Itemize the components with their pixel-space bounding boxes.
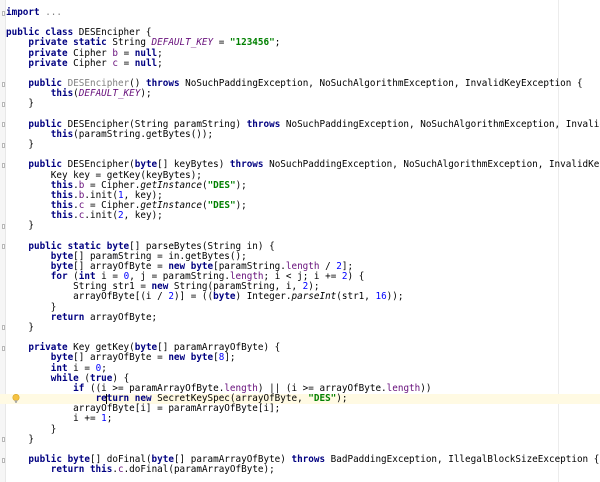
code-token: } [6, 139, 34, 151]
code-token: = [117, 57, 135, 69]
code-token: )] = (( [173, 291, 214, 303]
code-token: ); [140, 88, 152, 100]
code-token: byte [213, 291, 236, 303]
code-line[interactable]: } [6, 321, 34, 333]
code-token: this [50, 210, 74, 222]
code-token: BadPaddingException, IllegalBlockSizeExc… [325, 454, 600, 466]
code-token: } [6, 321, 34, 333]
code-token: arrayOfByte; [84, 311, 158, 323]
code-token: ); [235, 200, 247, 212]
code-token: ); [336, 393, 348, 405]
code-token: new byte [168, 352, 214, 364]
code-token: this [50, 88, 74, 100]
code-token: ; [274, 37, 281, 49]
code-token: .init( [84, 210, 118, 222]
code-token: length [386, 382, 421, 394]
code-token: null [134, 57, 158, 69]
code-token: ]; [224, 352, 236, 364]
code-token: "DES" [207, 200, 236, 212]
code-token: .doFinal(paramArrayOfByte); [123, 464, 275, 476]
fold-marker-icon[interactable] [2, 81, 5, 87]
code-token: throws [246, 118, 281, 130]
code-token: )) [420, 382, 432, 394]
code-line[interactable]: } [6, 140, 34, 150]
code-token: this [50, 128, 74, 140]
lightbulb-icon[interactable] [12, 394, 20, 403]
code-token: private [28, 57, 68, 69]
code-token: } [6, 98, 34, 110]
code-token: NoSuchPaddingException, NoSuchAlgorithmE… [269, 159, 600, 171]
code-token: "123456" [229, 37, 275, 49]
fold-marker-icon[interactable] [2, 437, 5, 443]
code-token: NoSuchPaddingException, NoSuchAlgorithmE… [179, 78, 583, 90]
code-token: import [6, 7, 40, 18]
code-token: parseInt [291, 291, 337, 303]
code-line[interactable]: } [6, 433, 34, 445]
code-token: "DES" [308, 393, 337, 405]
code-token: , key); [123, 210, 163, 222]
code-token: ) Integer. [235, 291, 292, 303]
code-token: throws [291, 454, 326, 466]
fold-marker-icon[interactable] [2, 142, 5, 148]
fold-marker-icon[interactable] [2, 223, 5, 229]
code-token: return [50, 311, 85, 323]
code-token: (paramString.getBytes()); [73, 128, 214, 140]
code-token: ... [45, 7, 62, 18]
code-token: ; [106, 413, 113, 425]
code-token: throws [229, 159, 264, 171]
code-token: 16 [375, 291, 387, 303]
code-token: )); [386, 291, 404, 303]
code-token: return this [50, 464, 113, 476]
code-token: ) { [347, 271, 365, 283]
code-token: = [213, 37, 230, 49]
code-line[interactable]: private Cipher c = null; [6, 57, 163, 69]
code-editor[interactable]: import ... public class DESEncipher { pri… [0, 0, 600, 482]
code-token: "DES" [207, 179, 236, 191]
code-token: DEFAULT_KEY [78, 88, 141, 100]
code-line[interactable]: import ... [6, 8, 62, 18]
code-token: Cipher [67, 57, 113, 69]
code-line[interactable]: this(paramString.getBytes()); [6, 128, 214, 140]
fold-marker-icon[interactable] [2, 457, 5, 463]
code-line[interactable]: arrayOfByte[(i / 2)] = ((byte) Integer.p… [6, 292, 403, 302]
code-token: NoSuchPaddingException, NoSuchAlgorithmE… [285, 118, 600, 130]
code-line[interactable]: return this.c.doFinal(paramArrayOfByte); [6, 465, 275, 475]
fold-marker-icon[interactable] [2, 325, 5, 331]
code-line[interactable]: } [6, 221, 34, 231]
fold-marker-icon[interactable] [2, 101, 5, 107]
fold-marker-icon[interactable] [2, 345, 5, 351]
code-token: ; [157, 57, 163, 69]
code-token: ); [235, 179, 247, 191]
right-margin-guide [558, 0, 559, 482]
code-line[interactable]: } [6, 99, 34, 109]
fold-marker-icon[interactable] [2, 122, 5, 128]
code-token: } [6, 433, 34, 445]
fold-marker-icon[interactable] [2, 244, 5, 250]
code-token: } [6, 220, 34, 232]
fold-marker-icon[interactable] [2, 10, 5, 16]
fold-marker-icon[interactable] [2, 162, 5, 168]
code-token: (str1, [336, 291, 376, 303]
